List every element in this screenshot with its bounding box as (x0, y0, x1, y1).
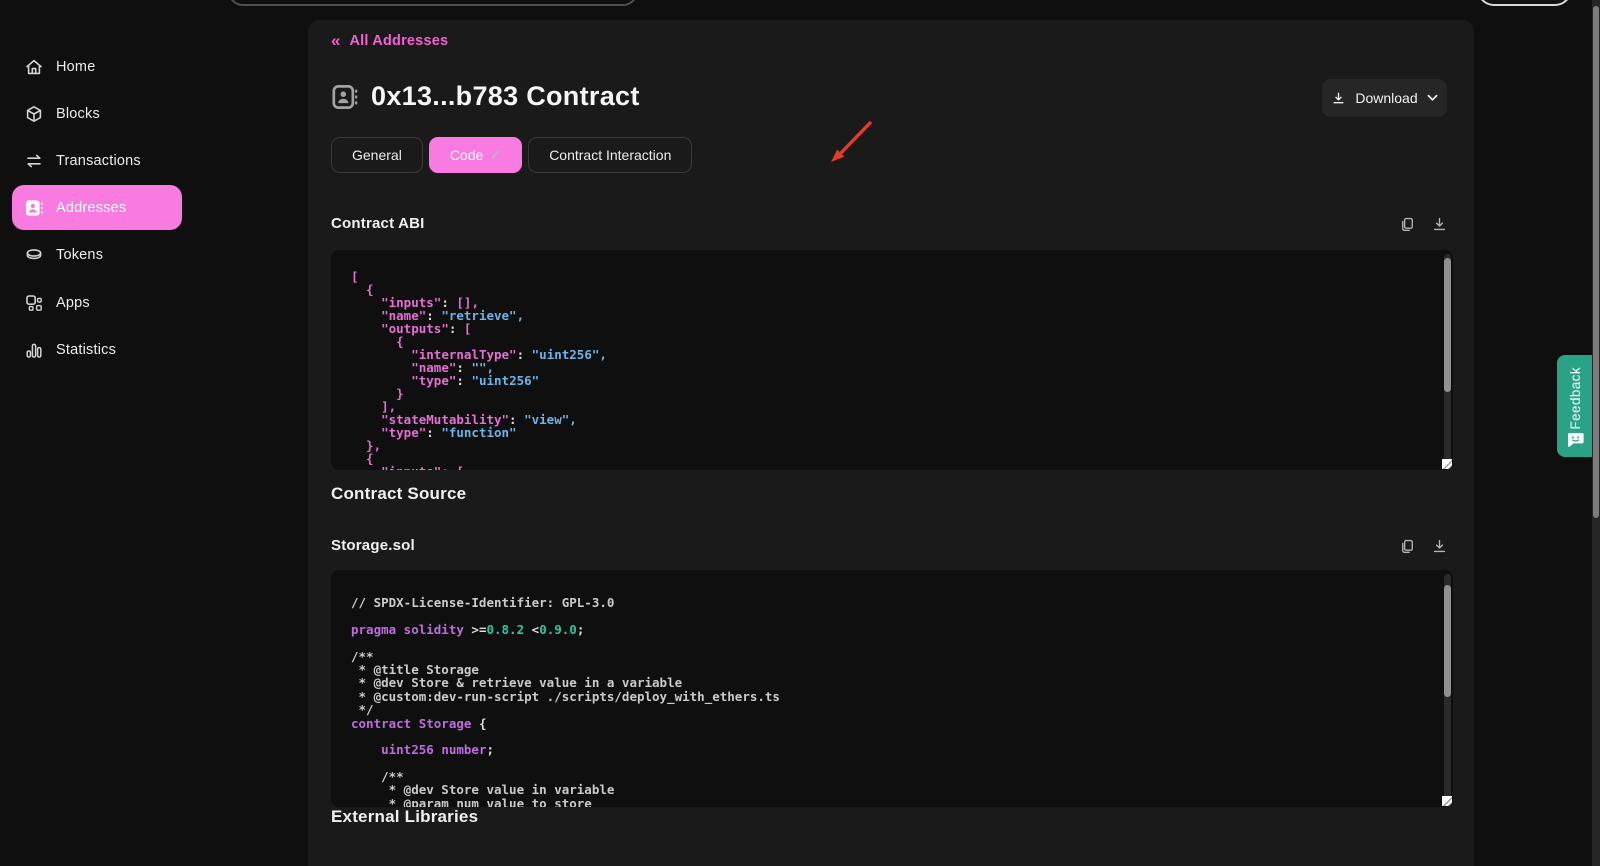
source-code: // SPDX-License-Identifier: GPL-3.0 prag… (351, 570, 1427, 807)
sidebar-item-blocks[interactable]: Blocks (12, 91, 182, 136)
external-libraries-heading: External Libraries (331, 807, 478, 827)
download-abi-icon[interactable] (1431, 216, 1448, 233)
sidebar-item-label: Transactions (56, 153, 141, 169)
source-file-name: Storage.sol (331, 537, 415, 554)
sidebar-item-label: Home (56, 59, 95, 75)
contact-card-icon (24, 198, 44, 218)
tab-label: Code (450, 147, 483, 163)
contact-card-icon (331, 83, 359, 111)
check-icon: ✓ (490, 147, 501, 163)
contract-source-heading: Contract Source (331, 484, 466, 504)
sidebar-item-tokens[interactable]: Tokens (12, 232, 182, 277)
download-source-icon[interactable] (1431, 538, 1448, 555)
cube-icon (24, 104, 44, 124)
source-code-block[interactable]: // SPDX-License-Identifier: GPL-3.0 prag… (331, 570, 1453, 807)
tab-label: Contract Interaction (549, 147, 671, 163)
title-row: 0x13...b783 Contract (331, 81, 640, 112)
tab-row: General Code ✓ Contract Interaction (331, 137, 692, 173)
sidebar-item-statistics[interactable]: Statistics (12, 327, 182, 372)
chat-smiley-icon (1567, 432, 1584, 448)
apps-grid-icon (24, 293, 44, 313)
tab-general[interactable]: General (331, 137, 423, 173)
bar-chart-icon (24, 340, 44, 360)
contract-abi-code: [ { "inputs": [], "name": "retrieve", "o… (351, 250, 1427, 470)
tab-label: General (352, 147, 402, 163)
sidebar-item-transactions[interactable]: Transactions (12, 138, 182, 183)
abi-resize-handle[interactable] (1442, 459, 1452, 469)
double-chevron-left-icon: « (331, 33, 340, 49)
sidebar-item-label: Apps (56, 295, 90, 311)
abi-scrollbar-thumb[interactable] (1444, 258, 1451, 392)
sidebar-item-addresses[interactable]: Addresses (12, 185, 182, 230)
sidebar-item-apps[interactable]: Apps (12, 280, 182, 325)
search-bar-partial[interactable] (228, 0, 638, 6)
page-scrollbar-thumb[interactable] (1593, 6, 1599, 518)
copy-icon[interactable] (1399, 216, 1416, 233)
home-icon (24, 57, 44, 77)
contract-abi-code-block[interactable]: [ { "inputs": [], "name": "retrieve", "o… (331, 250, 1453, 470)
feedback-button[interactable]: Feedback (1557, 355, 1593, 457)
tab-code[interactable]: Code ✓ (429, 137, 522, 173)
contract-abi-heading: Contract ABI (331, 215, 425, 232)
transfer-arrows-icon (24, 151, 44, 171)
sidebar-item-label: Statistics (56, 342, 116, 358)
topright-button-partial[interactable] (1477, 0, 1572, 6)
coin-icon (24, 245, 44, 265)
page-title: 0x13...b783 Contract (371, 81, 640, 112)
main-panel: « All Addresses 0x13...b783 Contract Gen… (308, 20, 1474, 866)
sidebar-item-home[interactable]: Home (12, 44, 182, 89)
sidebar: Home Blocks Transactions Addresses Token… (0, 0, 225, 866)
sidebar-item-label: Blocks (56, 106, 100, 122)
breadcrumb-all-addresses[interactable]: « All Addresses (331, 33, 448, 49)
annotation-arrow (821, 116, 881, 176)
breadcrumb-label: All Addresses (349, 33, 448, 49)
chevron-down-icon (1427, 94, 1438, 102)
sidebar-item-label: Tokens (56, 247, 103, 263)
sidebar-item-label: Addresses (56, 200, 126, 216)
copy-icon[interactable] (1399, 538, 1416, 555)
download-button[interactable]: Download (1322, 79, 1447, 117)
source-scrollbar-thumb[interactable] (1444, 585, 1451, 697)
source-resize-handle[interactable] (1442, 796, 1452, 806)
download-icon (1331, 91, 1346, 106)
feedback-label: Feedback (1568, 367, 1583, 430)
tab-contract-interaction[interactable]: Contract Interaction (528, 137, 692, 173)
download-label: Download (1355, 90, 1417, 106)
